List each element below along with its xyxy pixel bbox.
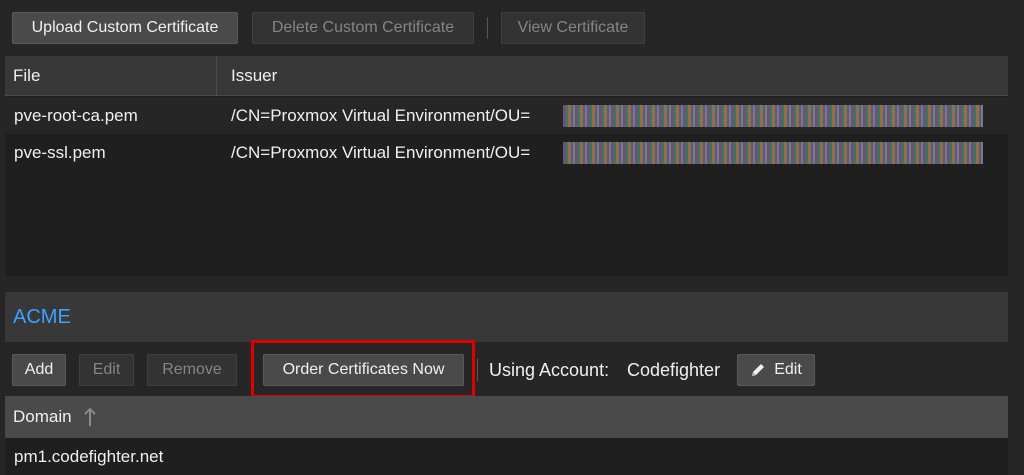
acme-panel-title: ACME bbox=[13, 306, 71, 328]
redacted-region bbox=[563, 105, 983, 127]
issuer-cell: /CN=Proxmox Virtual Environment/OU= bbox=[231, 106, 531, 125]
remove-button[interactable]: Remove bbox=[147, 354, 237, 386]
table-row[interactable]: pve-root-ca.pem /CN=Proxmox Virtual Envi… bbox=[5, 97, 1008, 134]
domain-cell: pm1.codefighter.net bbox=[14, 447, 164, 466]
edit-button[interactable]: Edit bbox=[79, 354, 134, 386]
toolbar-separator bbox=[477, 359, 478, 381]
domain-grid-header: Domain bbox=[5, 396, 1008, 438]
highlight-box bbox=[251, 340, 475, 398]
account-name-value: Codefighter bbox=[627, 360, 721, 380]
toolbar-separator bbox=[487, 17, 488, 39]
upload-custom-certificate-button[interactable]: Upload Custom Certificate bbox=[12, 12, 238, 44]
table-row[interactable]: pve-ssl.pem /CN=Proxmox Virtual Environm… bbox=[5, 134, 1008, 171]
edit-account-label: Edit bbox=[774, 361, 802, 378]
pencil-icon bbox=[750, 362, 766, 378]
file-cell: pve-root-ca.pem bbox=[14, 106, 138, 125]
column-divider[interactable] bbox=[216, 56, 217, 95]
column-header-issuer[interactable]: Issuer bbox=[231, 56, 277, 95]
column-header-file[interactable]: File bbox=[13, 56, 40, 95]
certificate-grid-header: File Issuer bbox=[5, 56, 1008, 96]
acme-panel-header: ACME bbox=[5, 292, 1008, 342]
file-cell: pve-ssl.pem bbox=[14, 143, 106, 162]
using-account-label: Using Account: bbox=[489, 360, 610, 380]
issuer-cell: /CN=Proxmox Virtual Environment/OU= bbox=[231, 143, 531, 162]
delete-custom-certificate-button[interactable]: Delete Custom Certificate bbox=[252, 12, 474, 44]
redacted-region bbox=[563, 142, 983, 164]
column-header-domain[interactable]: Domain bbox=[13, 396, 72, 438]
add-button[interactable]: Add bbox=[12, 354, 66, 386]
table-row[interactable]: pm1.codefighter.net bbox=[5, 438, 1008, 475]
edit-account-button[interactable]: Edit bbox=[737, 354, 815, 386]
arrow-up-icon bbox=[83, 407, 97, 427]
view-certificate-button[interactable]: View Certificate bbox=[501, 12, 645, 44]
